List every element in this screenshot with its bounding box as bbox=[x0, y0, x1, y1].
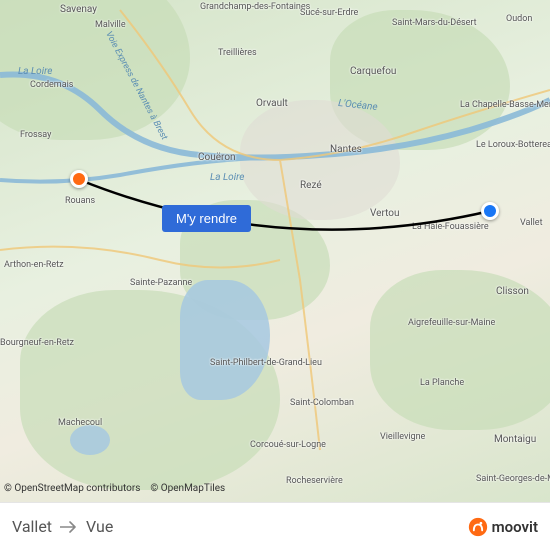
city-label: Rocheservière bbox=[286, 476, 343, 486]
attribution-tiles[interactable]: © OpenMapTiles bbox=[150, 483, 225, 494]
city-label: Corcoué-sur-Logne bbox=[250, 440, 310, 450]
city-label: La Haie-Fouassière bbox=[412, 222, 482, 232]
city-label: La Planche bbox=[420, 378, 464, 388]
city-label: Saint-Georges-de-Montaigu bbox=[476, 474, 546, 484]
city-label: Saint-Mars-du-Désert bbox=[392, 18, 452, 28]
city-label: Grandchamp-des-Fontaines bbox=[200, 2, 280, 12]
river-label: La Loire bbox=[210, 172, 244, 183]
origin-marker[interactable] bbox=[481, 202, 499, 220]
city-label: Vallet bbox=[520, 218, 543, 228]
city-label: Orvault bbox=[256, 98, 288, 109]
city-label: Rezé bbox=[300, 180, 322, 191]
city-label: Clisson bbox=[496, 286, 529, 297]
moovit-brand-text: moovit bbox=[492, 518, 538, 536]
city-label: Carquefou bbox=[350, 66, 396, 77]
city-label: Malville bbox=[95, 20, 126, 30]
city-label: Le Loroux-Bottereau bbox=[476, 140, 534, 150]
city-label: Couëron bbox=[198, 152, 236, 163]
city-label: Saint-Philbert-de-Grand-Lieu bbox=[210, 358, 290, 368]
city-label: Vieillevigne bbox=[380, 432, 425, 442]
city-label: Aigrefeuille-sur-Maine bbox=[408, 318, 468, 328]
destination-marker[interactable] bbox=[70, 170, 88, 188]
route-origin: Vallet bbox=[12, 517, 52, 536]
river-label: La Loire bbox=[18, 66, 52, 77]
city-label: La Chapelle-Basse-Mer bbox=[460, 100, 520, 110]
route-footer: Vallet Vue moovit bbox=[0, 502, 550, 550]
directions-button[interactable]: M'y rendre bbox=[162, 205, 251, 232]
city-label: Vertou bbox=[370, 208, 399, 219]
city-label: Savenay bbox=[60, 4, 97, 15]
city-label: Saint-Colomban bbox=[290, 398, 354, 408]
map-canvas[interactable]: La Loire La Loire L'Océane Voie Express … bbox=[0, 0, 550, 550]
city-label: Sainte-Pazanne bbox=[130, 278, 192, 288]
city-label: Sucé-sur-Erdre bbox=[300, 8, 358, 18]
city-label: Machecoul bbox=[58, 418, 102, 428]
city-label: Treillières bbox=[218, 48, 257, 58]
moovit-logo[interactable]: moovit bbox=[468, 517, 538, 537]
city-label: Nantes bbox=[330, 144, 362, 155]
city-label: Bourgneuf-en-Retz bbox=[0, 338, 60, 348]
arrow-right-icon bbox=[60, 520, 78, 534]
city-label: Frossay bbox=[20, 130, 51, 140]
city-label: Arthon-en-Retz bbox=[4, 260, 64, 270]
city-label: Oudon bbox=[506, 14, 532, 24]
road-network bbox=[0, 0, 550, 550]
attribution-osm[interactable]: © OpenStreetMap contributors bbox=[4, 483, 140, 494]
moovit-icon bbox=[468, 517, 488, 537]
city-label: Cordemais bbox=[30, 80, 73, 90]
city-label: Montaigu bbox=[494, 434, 536, 445]
map-attribution: © OpenStreetMap contributors © OpenMapTi… bbox=[4, 483, 225, 494]
city-label: Rouans bbox=[65, 196, 95, 206]
route-destination: Vue bbox=[86, 517, 113, 536]
